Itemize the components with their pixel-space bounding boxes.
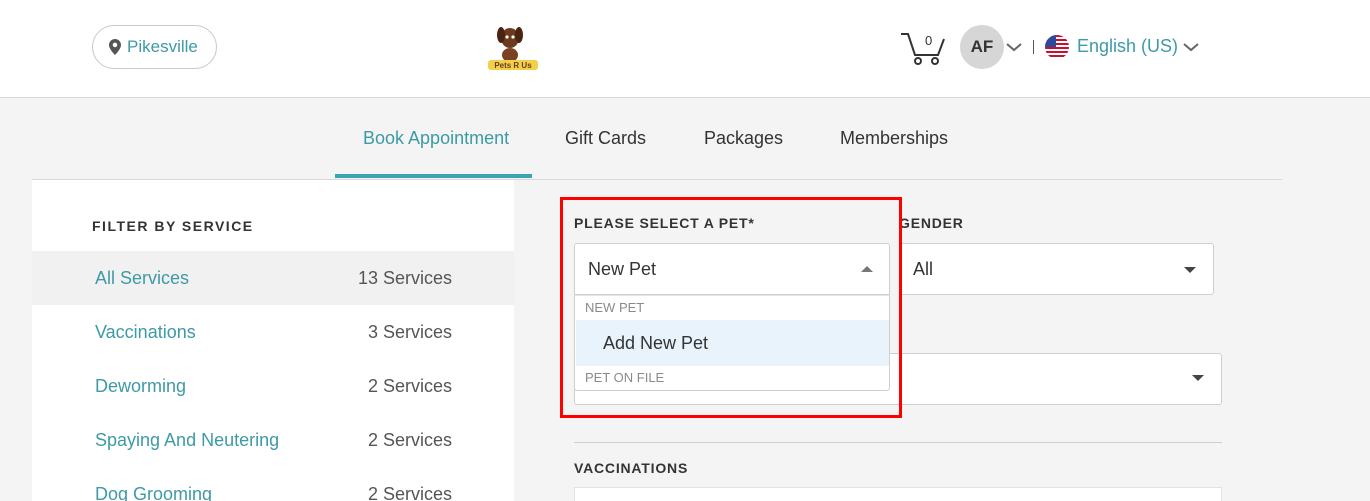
chevron-down-icon[interactable] (1183, 42, 1199, 52)
tab-gift-cards[interactable]: Gift Cards (565, 128, 646, 149)
logo-text: Pets R Us (494, 61, 532, 70)
service-name: Spaying And Neutering (95, 429, 280, 450)
user-avatar[interactable]: AF (960, 25, 1004, 69)
gender-label: GENDER (899, 215, 964, 231)
vaccinations-label: VACCINATIONS (574, 460, 689, 476)
tab-book-appointment[interactable]: Book Appointment (363, 128, 509, 149)
service-item-vaccinations[interactable]: Vaccinations 3 Services (32, 305, 514, 359)
service-count: 2 Services (367, 483, 452, 501)
active-tab-indicator (335, 174, 532, 178)
highlight-box (560, 197, 902, 418)
gender-select-value: All (913, 258, 934, 279)
caret-down-icon (1192, 375, 1204, 381)
service-count: 2 Services (367, 429, 452, 450)
booking-tabs: Book Appointment Gift Cards Packages Mem… (32, 98, 1282, 180)
cart-icon[interactable] (900, 30, 946, 66)
map-pin-icon (109, 39, 121, 55)
service-name: All Services (95, 267, 190, 288)
top-header: Pikesville Pets R Us 0 AF English (US) (0, 0, 1370, 98)
service-item-all[interactable]: All Services 13 Services (32, 251, 514, 305)
location-selector[interactable]: Pikesville (92, 25, 217, 69)
language-selector[interactable]: English (US) (1077, 36, 1178, 57)
section-divider (574, 442, 1222, 443)
caret-down-icon (1184, 267, 1196, 273)
service-count: 2 Services (367, 375, 452, 396)
header-separator (1033, 40, 1034, 54)
service-count: 13 Services (357, 267, 452, 288)
chevron-down-icon[interactable] (1006, 42, 1022, 52)
tab-packages[interactable]: Packages (704, 128, 783, 149)
service-item-dog-grooming[interactable]: Dog Grooming 2 Services (32, 467, 514, 501)
service-filter-sidebar: FILTER BY SERVICE All Services 13 Servic… (32, 180, 514, 501)
gender-select[interactable]: All (899, 243, 1214, 295)
cart-count-badge: 0 (925, 33, 933, 48)
service-item-deworming[interactable]: Deworming 2 Services (32, 359, 514, 413)
service-name: Dog Grooming (95, 483, 213, 501)
service-name: Vaccinations (95, 321, 196, 342)
location-label: Pikesville (127, 37, 198, 56)
service-name: Deworming (95, 375, 187, 396)
vaccinations-list (574, 487, 1222, 501)
service-item-spaying-neutering[interactable]: Spaying And Neutering 2 Services (32, 413, 514, 467)
tab-memberships[interactable]: Memberships (840, 128, 948, 149)
service-count: 3 Services (367, 321, 452, 342)
filter-title: FILTER BY SERVICE (92, 218, 254, 234)
pets-r-us-logo[interactable]: Pets R Us (486, 22, 540, 72)
us-flag-icon (1045, 35, 1069, 59)
